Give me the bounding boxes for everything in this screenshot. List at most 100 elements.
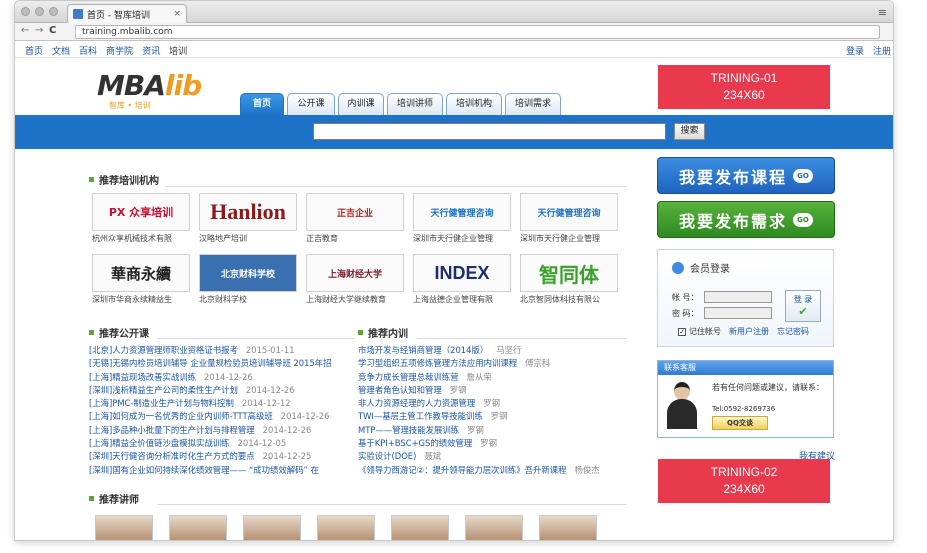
login-link[interactable]: 登录 (846, 44, 864, 57)
reload-icon[interactable]: C (49, 25, 56, 36)
list-item[interactable]: [上海]PMC-制造业生产计划与物料控制 2014-12-12 (89, 397, 355, 410)
bullet-icon (358, 330, 363, 335)
close-window-button[interactable] (21, 7, 30, 16)
org-caption[interactable]: 正吉教育 (306, 233, 404, 244)
list-item[interactable]: [上海]多品种小批量下的生产计划与排程管理 2014-12-26 (89, 424, 355, 437)
site-link-news[interactable]: 资讯 (142, 44, 160, 57)
tab-public-courses[interactable]: 公开课 (287, 93, 335, 115)
tab-home[interactable]: 首页 (240, 93, 284, 115)
site-link-home[interactable]: 首页 (25, 44, 43, 57)
register-link[interactable]: 注册 (873, 44, 891, 57)
list-item[interactable]: [深圳]天行健咨询分析准时化生产方式的要点 2014-12-25 (89, 450, 355, 463)
trainer-photo[interactable] (465, 515, 523, 540)
list-item[interactable]: 学习型组织五项修炼管理方法应用内训课程 傅宗科 (358, 357, 628, 370)
org-card[interactable]: 正吉企业 正吉教育 (306, 193, 404, 244)
list-item[interactable]: 实验设计(DOE) 聂斌 (358, 450, 628, 463)
trainer-photo[interactable] (391, 515, 449, 540)
trainer-photo[interactable] (243, 515, 301, 540)
org-card[interactable]: 智同体 北京智同体科技有限公 (520, 254, 618, 305)
list-item[interactable]: 竞争力成长管理总裁训练营 詹从荣 (358, 371, 628, 384)
org-caption[interactable]: 杭州众享机械技术有限 (92, 233, 190, 244)
minimize-window-button[interactable] (35, 7, 44, 16)
list-item[interactable]: [上海]精益全价值链沙盘模拟实战训练 2014-12-05 (89, 437, 355, 450)
ad-banner-bottom[interactable]: TRINING-02 234X60 (658, 459, 830, 503)
zoom-window-button[interactable] (49, 7, 58, 16)
org-caption[interactable]: 上海益德企业管理有限 (413, 294, 511, 305)
login-button[interactable]: 登 录 ✔ (785, 290, 821, 322)
site-link-training[interactable]: 培训 (169, 44, 187, 57)
tab-close-icon[interactable]: × (173, 9, 181, 19)
list-item[interactable]: 非人力资源经理的人力资源管理 罗钢 (358, 397, 628, 410)
forward-arrow-icon[interactable]: → (35, 25, 43, 36)
org-card[interactable]: 上海财经大学 上海财经大学继续教育 (306, 254, 404, 305)
back-arrow-icon[interactable]: ← (21, 25, 29, 36)
list-item[interactable]: 市场开发与经销商管理（2014版） 马坚行 (358, 344, 628, 357)
browser-tab[interactable]: 首页 - 智库培训 × (67, 4, 187, 23)
window-controls (21, 7, 58, 16)
org-caption[interactable]: 汉略地产培训 (199, 233, 297, 244)
register-link[interactable]: 新用户注册 (729, 326, 769, 337)
list-item[interactable]: [上海]精益现场改善实战训练 2014-12-26 (89, 371, 355, 384)
search-input[interactable] (313, 123, 666, 140)
org-caption[interactable]: 深圳市天行健企业管理 (520, 233, 618, 244)
user-icon (672, 261, 684, 274)
list-item[interactable]: [北京]人力资源管理师职业资格证书报考 2015-01-11 (89, 344, 355, 357)
login-panel: 会员登录 帐 号： 密 码： 登 录 ✔ ✓ 记住帐号 新用户注册 忘记密码 (657, 249, 834, 347)
password-input[interactable] (704, 307, 772, 319)
trainer-photo[interactable] (539, 515, 597, 540)
org-card[interactable]: INDEX 上海益德企业管理有限 (413, 254, 511, 305)
site-link-docs[interactable]: 文档 (52, 44, 70, 57)
password-label: 密 码： (672, 309, 699, 318)
remember-label: 记住帐号 (689, 327, 721, 336)
org-card[interactable]: 天行健管理咨询 深圳市天行健企业管理 (413, 193, 511, 244)
remember-checkbox[interactable]: ✓ (678, 327, 686, 336)
list-item[interactable]: TWI—基层主管工作教导技能训练 罗钢 (358, 410, 628, 423)
login-title: 会员登录 (672, 260, 730, 275)
org-logo: 正吉企业 (306, 193, 404, 231)
search-button[interactable]: 搜索 (674, 123, 705, 140)
ad-banner-top[interactable]: TRINING-01 234X60 (658, 65, 830, 109)
tab-trainers[interactable]: 培训讲师 (387, 93, 443, 115)
publish-need-button[interactable]: 我要发布需求 GO (657, 201, 835, 238)
org-caption[interactable]: 北京智同体科技有限公 (520, 294, 618, 305)
org-card[interactable]: Hanlion 汉略地产培训 (199, 193, 297, 244)
list-item[interactable]: 管理者角色认知和管理 罗钢 (358, 384, 628, 397)
qq-chat-button[interactable]: QQ交谈 (712, 416, 768, 430)
url-input[interactable]: training.mbalib.com (75, 25, 880, 39)
list-item[interactable]: 《领导力西游记②：提升领导能力层次训练》吾升新课程 杨俊杰 (358, 464, 628, 477)
tab-internal-courses[interactable]: 内训课 (338, 93, 384, 115)
org-logo: 北京财科学校 (199, 254, 297, 292)
org-card[interactable]: 天行健管理咨询 深圳市天行健企业管理 (520, 193, 618, 244)
org-caption[interactable]: 深圳市华商永续精益生 (92, 294, 190, 305)
list-item[interactable]: 基于KPI+BSC+GS的绩效管理 罗钢 (358, 437, 628, 450)
forgot-password-link[interactable]: 忘记密码 (777, 326, 809, 337)
site-link-wiki[interactable]: 百科 (79, 44, 97, 57)
browser-menu-icon[interactable]: ≡ (878, 6, 887, 19)
section-title-trainers: 推荐讲师 (89, 491, 139, 506)
trainer-photo[interactable] (95, 515, 153, 540)
list-item[interactable]: [深圳]浅析精益生产公司的柔性生产计划 2014-12-26 (89, 384, 355, 397)
tab-title: 首页 - 智库培训 (87, 10, 150, 21)
site-logo[interactable]: MBAlib 智库 • 培训 (97, 69, 221, 110)
org-card[interactable]: 華商永續 深圳市华商永续精益生 (92, 254, 190, 305)
org-logo: Hanlion (199, 193, 297, 231)
tab-training-needs[interactable]: 培训需求 (505, 93, 561, 115)
trainer-photo[interactable] (169, 515, 227, 540)
list-item[interactable]: [上海]如何成为一名优秀的企业内训师-TTT高级班 2014-12-26 (89, 410, 355, 423)
org-caption[interactable]: 上海财经大学继续教育 (306, 294, 404, 305)
org-caption[interactable]: 北京财科学校 (199, 294, 297, 305)
list-item[interactable]: [深圳]国有企业如何持续深化绩效管理—— “成功绩效解码” 在 (89, 464, 355, 477)
trainer-photo[interactable] (317, 515, 375, 540)
org-caption[interactable]: 深圳市天行健企业管理 (413, 233, 511, 244)
org-card[interactable]: 北京财科学校 北京财科学校 (199, 254, 297, 305)
divider (165, 186, 627, 187)
account-input[interactable] (704, 291, 772, 303)
tab-institutions[interactable]: 培训机构 (446, 93, 502, 115)
list-item[interactable]: MTP——管理技能发展训练 罗钢 (358, 424, 628, 437)
publish-course-button[interactable]: 我要发布课程 GO (657, 157, 835, 194)
org-card[interactable]: PX 众享培训 杭州众享机械技术有限 (92, 193, 190, 244)
site-link-school[interactable]: 商学院 (106, 44, 133, 57)
org-logo: 天行健管理咨询 (520, 193, 618, 231)
browser-window: 首页 - 智库培训 × ≡ ← → C training.mbalib.com … (14, 0, 894, 541)
list-item[interactable]: [无锡]无锡内检员培训辅导 企业量规检验员培训辅导班 2015年招 (89, 357, 355, 370)
